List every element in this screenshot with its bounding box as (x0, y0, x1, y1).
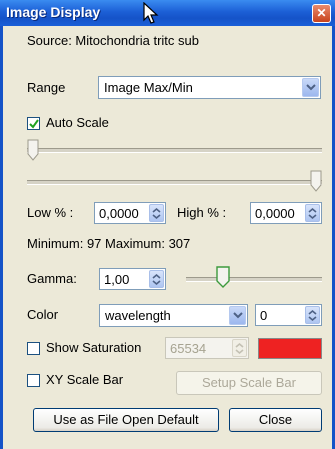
mouse-cursor-icon (143, 2, 159, 24)
color-number-spinner[interactable]: 0 (255, 304, 322, 326)
high-slider-track[interactable] (27, 180, 322, 185)
window-frame-left (0, 26, 3, 449)
checkmark-icon (29, 119, 39, 129)
image-display-window: Image Display ✕ Source: Mitochondria tri… (0, 0, 335, 449)
color-label: Color (27, 307, 59, 322)
color-number-value: 0 (260, 308, 268, 323)
color-dropdown[interactable]: wavelength (99, 304, 248, 327)
xy-scale-bar-label: XY Scale Bar (46, 372, 124, 387)
setup-scale-bar-button[interactable]: Setup Scale Bar (176, 371, 322, 395)
use-as-default-button[interactable]: Use as File Open Default (33, 408, 219, 432)
xy-scale-bar-checkbox[interactable] (27, 374, 40, 387)
low-percent-spinner[interactable]: 0,0000 (94, 202, 166, 224)
min-max-readout: Minimum: 97 Maximum: 307 (27, 236, 191, 251)
close-button[interactable]: Close (229, 408, 322, 432)
close-window-button[interactable]: ✕ (312, 4, 331, 23)
range-value: Image Max/Min (104, 80, 193, 95)
gamma-value: 1,00 (104, 272, 130, 287)
spinner-arrows-icon (232, 339, 247, 357)
spinner-arrows-icon[interactable] (305, 204, 320, 222)
range-label: Range (27, 80, 66, 95)
show-saturation-checkbox[interactable] (27, 342, 40, 355)
window-title: Image Display (6, 4, 101, 20)
saturation-value-spinner: 65534 (165, 337, 249, 359)
low-slider-track[interactable] (27, 148, 322, 153)
high-slider-thumb[interactable] (310, 170, 322, 192)
spinner-arrows-icon[interactable] (149, 270, 164, 288)
gamma-spinner[interactable]: 1,00 (99, 268, 166, 290)
spinner-arrows-icon[interactable] (305, 306, 320, 324)
chevron-down-icon[interactable] (302, 78, 319, 97)
low-slider-thumb[interactable] (27, 139, 39, 161)
high-percent-value: 0,0000 (255, 206, 295, 221)
low-percent-value: 0,0000 (99, 206, 139, 221)
title-bar[interactable]: Image Display ✕ (0, 0, 335, 26)
high-percent-spinner[interactable]: 0,0000 (250, 202, 322, 224)
saturation-value: 65534 (170, 341, 207, 356)
auto-scale-label: Auto Scale (46, 115, 109, 130)
saturation-color-swatch[interactable] (258, 338, 322, 359)
spinner-arrows-icon[interactable] (149, 204, 164, 222)
gamma-label: Gamma: (27, 271, 77, 286)
gamma-slider-thumb[interactable] (216, 266, 230, 288)
range-dropdown[interactable]: Image Max/Min (98, 76, 321, 99)
show-saturation-label: Show Saturation (46, 340, 142, 355)
gamma-slider-track[interactable] (186, 277, 322, 282)
high-percent-label: High % : (177, 205, 227, 220)
color-value: wavelength (105, 308, 171, 323)
chevron-down-icon[interactable] (229, 306, 246, 325)
source-label: Source: Mitochondria tritc sub (27, 33, 199, 48)
low-percent-label: Low % : (27, 205, 74, 220)
auto-scale-checkbox[interactable] (27, 117, 40, 130)
